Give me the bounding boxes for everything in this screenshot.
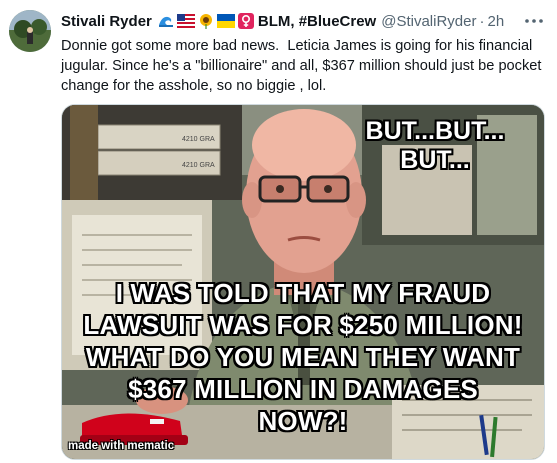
top-caption-line-1: BUT...BUT... (365, 117, 505, 145)
author-avatar[interactable] (9, 10, 51, 52)
meme-top-caption: BUT...BUT... BUT... (340, 117, 530, 175)
top-caption-line-2: BUT... (400, 146, 470, 174)
box-label-2: 4210 GRA (182, 162, 215, 169)
more-horizontal-icon (525, 19, 543, 23)
avatar-image (9, 10, 51, 52)
tweet-header: Stivali Ryder BLM, #BlueCrew @StivaliRyd… (61, 11, 527, 31)
timestamp[interactable]: 2h (488, 13, 505, 30)
author-name[interactable]: Stivali Ryder (61, 13, 152, 30)
us-flag-icon (176, 14, 195, 28)
separator-dot: · (479, 12, 485, 30)
wave-emoji-icon (158, 16, 173, 27)
author-handle[interactable]: @StivaliRyder (381, 13, 476, 30)
tweet-text: Donnie got some more bad news. Leticia J… (61, 38, 542, 94)
bottom-caption-line-5: NOW?! (258, 405, 348, 436)
ukraine-flag-icon (216, 14, 235, 28)
meme-watermark: made with mematic (68, 440, 175, 452)
bottom-caption-line-4: $367 MILLION IN DAMAGES (127, 373, 478, 404)
bottom-caption-line-1: I WAS TOLD THAT MY FRAUD (115, 277, 491, 308)
bottom-caption-line-2: LAWSUIT WAS FOR $250 MILLION! (83, 309, 523, 340)
bottom-caption-line-3: WHAT DO YOU MEAN THEY WANT (85, 341, 521, 372)
author-tagline: BLM, #BlueCrew (257, 12, 377, 30)
author-badges (158, 13, 254, 29)
meme-bottom-caption: I WAS TOLD THAT MY FRAUD LAWSUIT WAS FOR… (62, 277, 544, 437)
more-options-button[interactable] (523, 11, 545, 31)
box-label-1: 4210 GRA (182, 136, 215, 143)
female-sign-icon (237, 13, 254, 29)
tweet-media-image[interactable]: 4210 GRA 4210 GRA BUT...BUT... BUT... I … (61, 104, 545, 460)
sunflower-icon (199, 14, 212, 29)
